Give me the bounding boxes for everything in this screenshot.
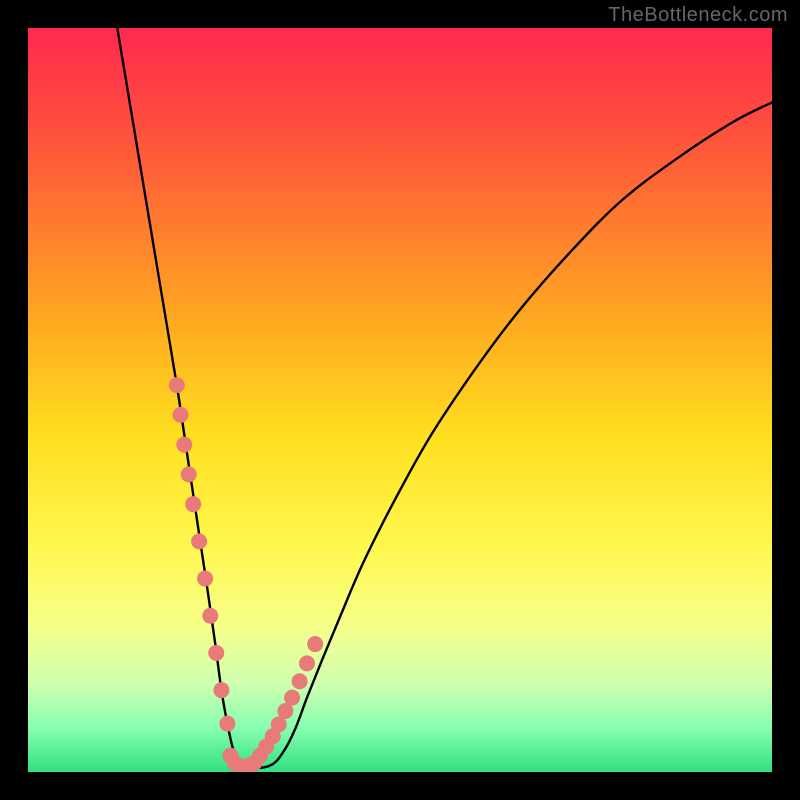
markers-layer (28, 28, 772, 772)
data-marker (307, 636, 323, 652)
data-marker (219, 716, 235, 732)
data-marker (243, 757, 259, 772)
data-marker (284, 690, 300, 706)
data-marker (176, 437, 192, 453)
data-marker (202, 608, 218, 624)
data-marker (213, 682, 229, 698)
chart-plot-area (28, 28, 772, 772)
data-marker (181, 466, 197, 482)
watermark-text: TheBottleneck.com (608, 4, 788, 27)
data-marker (208, 645, 224, 661)
data-marker (191, 533, 207, 549)
data-marker (185, 496, 201, 512)
data-marker (299, 655, 315, 671)
data-marker (173, 407, 189, 423)
data-marker (292, 673, 308, 689)
data-marker (169, 377, 185, 393)
data-marker (197, 571, 213, 587)
